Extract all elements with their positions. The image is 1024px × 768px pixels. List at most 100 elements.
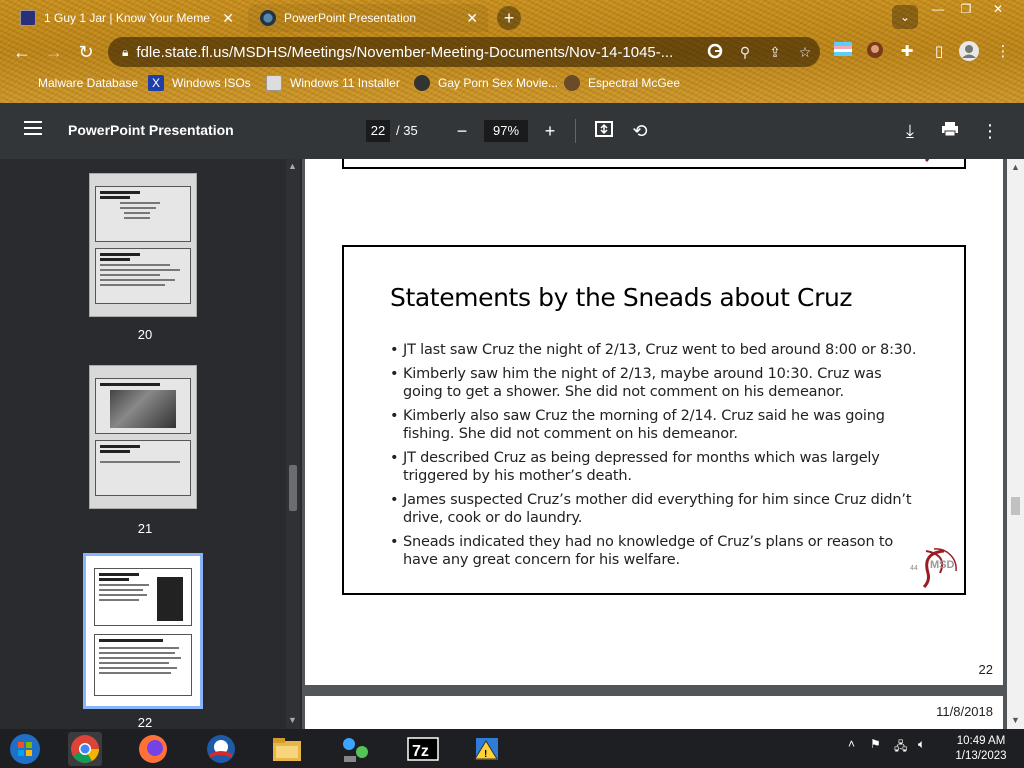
page-date: 11/8/2018 [936,704,993,719]
bullet-item: Kimberly also saw Cruz the morning of 2/… [390,407,920,443]
document-view: 43 MSD Statements by the Sneads about Cr… [302,159,1024,729]
bookmark-windows-isos[interactable]: X Windows ISOs [148,75,251,91]
scroll-up-arrow-icon[interactable]: ▲ [1011,162,1020,172]
share-icon[interactable]: ⇪ [760,44,790,61]
bookmark-label: Windows ISOs [172,76,251,90]
pdf-page-22: 43 MSD Statements by the Sneads about Cr… [305,159,1003,685]
scroll-up-arrow-icon[interactable]: ▲ [288,161,297,171]
tab-powerpoint-presentation[interactable]: PowerPoint Presentation ✕ [248,4,488,32]
site-icon [414,75,430,91]
fdle-favicon-icon [260,10,276,26]
firefox-taskbar-icon[interactable] [136,732,170,766]
browser-chrome: 1 Guy 1 Jar | Know Your Meme ✕ PowerPoin… [0,0,1024,103]
address-bar[interactable]: 🔒︎ fdle.state.fl.us/MSDHS/Meetings/Novem… [108,37,820,67]
volume-icon[interactable]: 🔈︎ [918,737,925,752]
msd-logo: 43 MSD [910,159,962,163]
thumbnail-page-22[interactable] [83,553,203,709]
file-explorer-taskbar-icon[interactable] [270,732,304,766]
zoom-level-input[interactable]: 97% [484,120,528,142]
show-hidden-icons-button[interactable]: ˄ [848,737,855,751]
page-total: / 35 [396,123,418,138]
close-window-button[interactable]: ✕ [984,0,1012,18]
zoom-icon[interactable]: ⚲ [730,44,760,61]
chrome-taskbar-icon[interactable] [68,732,102,766]
toolbar-divider [575,119,576,143]
minimize-button[interactable]: — [924,0,952,18]
taskbar-clock[interactable]: 10:49 AM 1/13/2023 [946,734,1016,764]
thumbnail-slide [94,634,192,696]
tab-title: 1 Guy 1 Jar | Know Your Meme [44,11,210,25]
bookmark-windows-11-installer[interactable]: Windows 11 Installer [266,75,400,91]
start-button-icon[interactable] [8,732,42,766]
network-app-taskbar-icon[interactable] [338,732,372,766]
bookmark-site-4[interactable]: Gay Porn Sex Movie... [414,75,558,91]
zoom-out-icon[interactable]: − [450,119,474,143]
slide: Statements by the Sneads about Cruz JT l… [342,245,966,595]
document-title: PowerPoint Presentation [68,122,234,138]
extensions-puzzle-icon[interactable]: ✚ [896,41,918,63]
restore-button[interactable]: ❐ [952,0,980,18]
browser-menu-icon[interactable]: ⋮ [992,41,1014,63]
fit-to-page-icon[interactable] [592,119,616,143]
svg-text:7z: 7z [412,743,429,760]
know-your-meme-favicon-icon [20,10,36,26]
bookmark-espectral-mcgee[interactable]: Espectral McGee [564,75,680,91]
sidebar-scroll-thumb[interactable] [289,465,297,511]
reload-button[interactable]: ↻ [74,40,98,64]
thumbnail-label: 21 [137,521,153,536]
msd-logo: 44 MSD [910,547,962,589]
thumbnail-slide [94,568,192,626]
back-button[interactable]: ← [10,40,34,64]
slide-bullets: JT last saw Cruz the night of 2/13, Cruz… [390,341,920,575]
profile-avatar-icon[interactable] [958,41,980,63]
clock-date: 1/13/2023 [955,750,1007,762]
bookmark-star-icon[interactable]: ☆ [790,44,820,61]
forward-button[interactable]: → [42,40,66,64]
obama-logo-taskbar-icon[interactable] [204,732,238,766]
extension-avatar-icon[interactable] [864,41,886,63]
slide-title: Statements by the Sneads about Cruz [390,283,853,312]
new-tab-button[interactable]: + [497,6,521,30]
thumbnail-slide [95,186,191,242]
network-icon[interactable]: 🖧︎ [894,737,907,758]
document-scroll-thumb[interactable] [1011,497,1020,515]
scroll-down-arrow-icon[interactable]: ▼ [288,715,297,725]
sidebar-scrollbar[interactable] [286,159,300,729]
extension-flag-icon[interactable] [832,41,854,63]
side-panel-icon[interactable]: ▯ [928,41,950,63]
scroll-down-arrow-icon[interactable]: ▼ [1011,715,1020,725]
tab-know-your-meme[interactable]: 1 Guy 1 Jar | Know Your Meme ✕ [8,4,244,32]
close-tab-icon[interactable]: ✕ [222,10,234,27]
thumbnail-page-21[interactable] [89,365,197,509]
print-icon[interactable] [938,119,962,143]
download-icon[interactable]: ⤓ [898,119,922,143]
zoom-in-icon[interactable]: + [538,119,562,143]
utility-app-taskbar-icon[interactable]: ! [472,732,506,766]
globe-icon [14,75,28,91]
x-icon: X [148,75,164,91]
bullet-item: JT last saw Cruz the night of 2/13, Cruz… [390,341,920,359]
site-icon [564,75,580,91]
clock-time: 10:49 AM [956,735,1006,747]
pdf-page-23: 11/8/2018 [305,696,1003,729]
bullet-item: Sneads indicated they had no knowledge o… [390,533,920,569]
url-text[interactable]: fdle.state.fl.us/MSDHS/Meetings/November… [136,44,700,61]
svg-text:!: ! [484,749,487,760]
thumbnail-page-20[interactable] [89,173,197,317]
page-number: 22 [978,662,993,677]
flag-icon[interactable]: ⚑ [870,737,881,751]
lock-icon[interactable]: 🔒︎ [122,45,128,60]
page-number-input[interactable]: 22 [366,120,390,142]
image-icon [266,75,282,91]
google-icon[interactable] [700,43,730,62]
bookmark-malware-database[interactable]: Malware Database [14,75,138,91]
more-options-icon[interactable]: ⋮ [978,119,1002,143]
logo-text: MSD [930,559,955,571]
tab-title: PowerPoint Presentation [284,11,417,25]
hamburger-menu-icon[interactable] [24,121,42,135]
document-scrollbar[interactable]: ▲ ▼ [1007,159,1024,729]
rotate-icon[interactable]: ⟲ [628,119,652,143]
tab-search-button[interactable]: ⌄ [892,5,918,29]
close-tab-icon[interactable]: ✕ [466,10,478,27]
7zip-taskbar-icon[interactable]: 7z [406,732,440,766]
